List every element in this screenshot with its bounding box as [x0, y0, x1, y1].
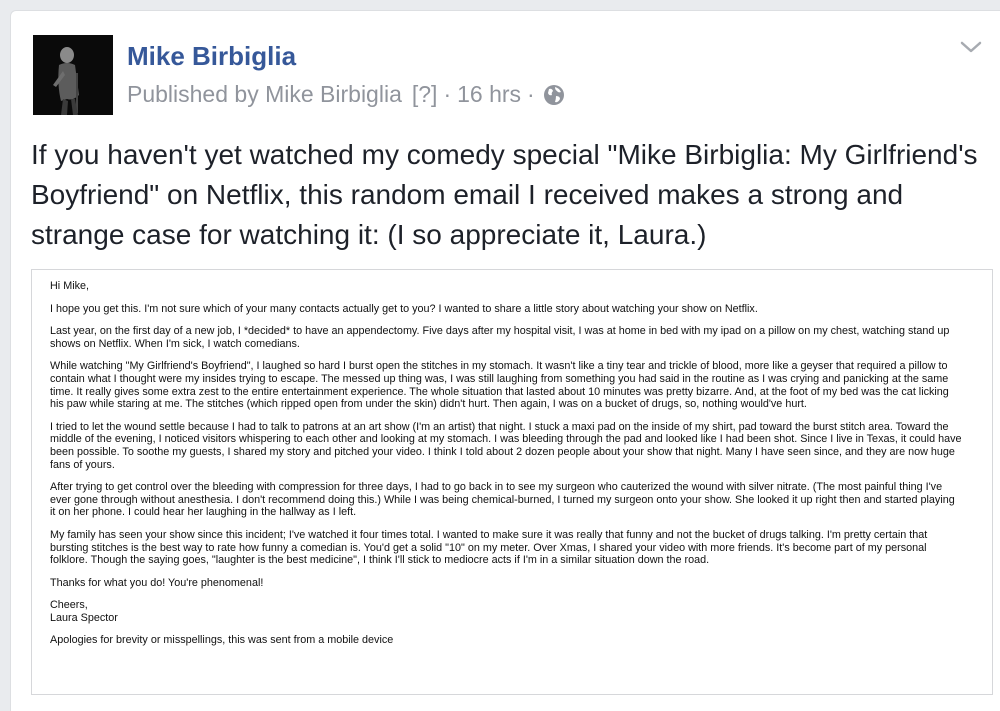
email-line: Laura Spector	[50, 611, 118, 624]
email-line: fans of yours.	[50, 458, 115, 471]
post-text-line: strange case for watching it: (I so appr…	[31, 219, 707, 250]
published-by-text[interactable]: Published by Mike Birbiglia	[127, 81, 402, 108]
post-text-line: If you haven't yet watched my comedy spe…	[31, 139, 978, 170]
email-line: Hi Mike,	[50, 280, 89, 292]
email-line: his paw while staring at me. The stitche…	[50, 398, 807, 411]
email-line: Apologies for brevity or misspellings, t…	[50, 634, 394, 647]
email-line: time. It really gives some extra zest to…	[50, 385, 949, 398]
email-line: shows on Netflix. When I'm sick, I watch…	[50, 337, 300, 350]
email-paragraph: Hi Mike,	[50, 280, 975, 293]
globe-icon[interactable]	[543, 84, 565, 106]
help-marker[interactable]: [?]	[412, 81, 438, 108]
email-line: contain what I thought were my insides t…	[50, 372, 949, 385]
email-line: While watching "My Girlfriend's Boyfrien…	[50, 360, 948, 373]
profile-photo	[33, 35, 113, 115]
email-line: Cheers,	[50, 599, 88, 612]
email-paragraph: Last year, on the first day of a new job…	[50, 325, 975, 350]
email-line: ever gone through without anesthesia. I …	[50, 493, 955, 506]
avatar[interactable]	[33, 35, 113, 115]
email-paragraph: My family has seen your show since this …	[50, 529, 975, 567]
email-paragraph: Apologies for brevity or misspellings, t…	[50, 634, 975, 647]
meta-separator: ·	[443, 81, 452, 107]
email-line: Last year, on the first day of a new job…	[50, 325, 950, 338]
email-paragraph: After trying to get control over the ble…	[50, 481, 975, 519]
timestamp[interactable]: 16 hrs	[457, 81, 521, 108]
post-text: If you haven't yet watched my comedy spe…	[31, 135, 991, 255]
email-line: My family has seen your show since this …	[50, 528, 928, 541]
post-text-line: Boyfriend" on Netflix, this random email…	[31, 179, 904, 210]
email-line: Thanks for what you do! You're phenomena…	[50, 576, 264, 589]
meta-separator: ·	[527, 81, 535, 107]
email-body: Hi Mike, I hope you get this. I'm not sur…	[50, 280, 975, 657]
email-line: I hope you get this. I'm not sure which …	[50, 302, 758, 315]
email-line: After trying to get control over the ble…	[50, 481, 943, 494]
post-meta: Published by Mike Birbiglia [?] · 16 hrs…	[127, 81, 565, 108]
email-line: been possible. To soothe my guests, I sh…	[50, 445, 955, 458]
email-line: folklore. Though the saying goes, "laugh…	[50, 554, 710, 567]
chevron-down-icon[interactable]	[959, 37, 983, 57]
email-line: I tried to let the wound settle because …	[50, 420, 949, 433]
email-line: it on her phone. I could hear her laughi…	[50, 506, 357, 519]
email-paragraph: Thanks for what you do! You're phenomena…	[50, 577, 975, 590]
email-line: middle of the evening, I noticed visitor…	[50, 433, 962, 446]
email-line: bursting stitches is the best way to rat…	[50, 541, 927, 554]
post-card: Mike Birbiglia Published by Mike Birbigl…	[10, 10, 1000, 711]
email-paragraph: I tried to let the wound settle because …	[50, 421, 975, 471]
email-paragraph: While watching "My Girlfriend's Boyfrien…	[50, 360, 975, 410]
email-paragraph: Cheers, Laura Spector	[50, 599, 975, 624]
email-paragraph: I hope you get this. I'm not sure which …	[50, 303, 975, 316]
author-name[interactable]: Mike Birbiglia	[127, 41, 296, 72]
email-screenshot[interactable]: Hi Mike, I hope you get this. I'm not sur…	[31, 269, 993, 695]
